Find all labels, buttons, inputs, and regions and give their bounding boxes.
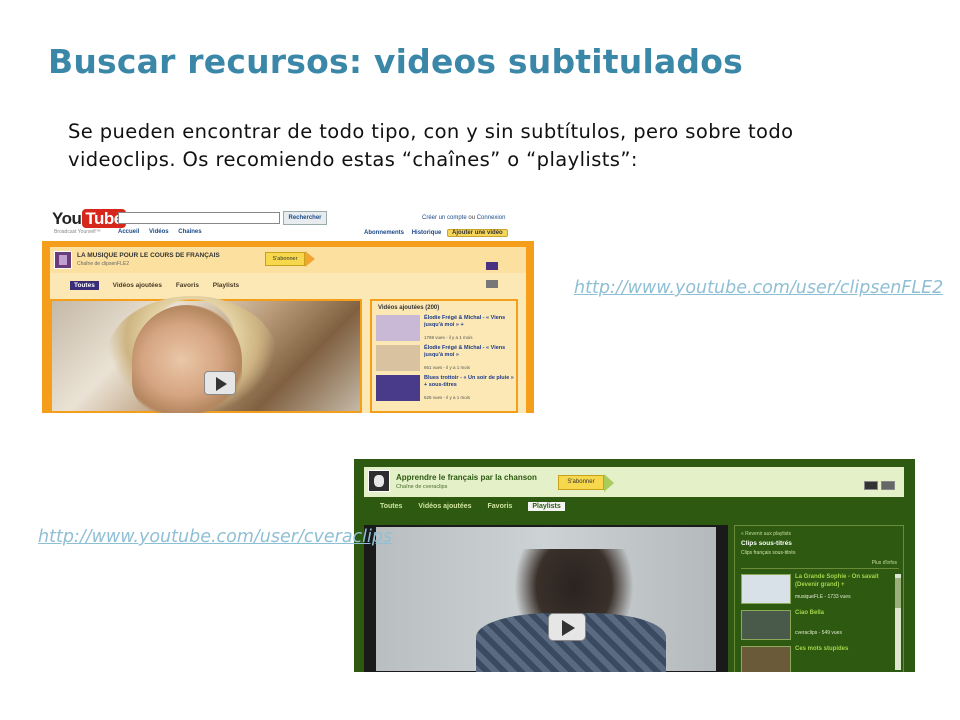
- video-thumbnail[interactable]: [376, 375, 420, 401]
- channel-owner: Chaîne de clipsenFLE2: [77, 261, 129, 267]
- video-title[interactable]: Blues trottoir - « Un soir de pluie » + …: [424, 375, 514, 389]
- playlist-scrollbar[interactable]: [895, 574, 901, 670]
- more-info-link[interactable]: Plus d'infos: [872, 560, 897, 566]
- tab-all[interactable]: Toutes: [380, 503, 402, 510]
- or-text: ou: [468, 215, 476, 221]
- login-link[interactable]: Connexion: [477, 215, 506, 221]
- channel-page: LA MUSIQUE POUR LE COURS DE FRANÇAIS Cha…: [42, 241, 534, 413]
- upload-button[interactable]: Ajouter une vidéo: [447, 229, 508, 237]
- channel-link-cveraclips[interactable]: http://www.youtube.com/user/cveraclips: [38, 525, 392, 550]
- video-player[interactable]: [50, 296, 362, 413]
- video-thumbnail[interactable]: [376, 345, 420, 371]
- youtube-screenshot-clipsenfle2: You Tube Broadcast Yourself™ Rechercher C…: [42, 205, 534, 413]
- scrollbar-thumb[interactable]: [895, 578, 901, 608]
- tab-favorites[interactable]: Favoris: [488, 503, 513, 510]
- video-thumbnail[interactable]: [741, 610, 791, 640]
- grid-view-icon[interactable]: [881, 481, 895, 490]
- divider: [741, 568, 899, 569]
- player-view-icon[interactable]: [864, 481, 878, 490]
- list-item[interactable]: La Grande Sophie - On savait (Devenir gr…: [741, 574, 901, 606]
- channel-title: Apprendre le français par la chanson: [396, 473, 537, 482]
- play-icon[interactable]: [204, 371, 236, 395]
- playlist-panel: « Revenir aux playlists Clips sous-titré…: [734, 525, 904, 676]
- channel-title: LA MUSIQUE POUR LE COURS DE FRANÇAIS: [77, 252, 220, 259]
- video-frame: [376, 527, 716, 673]
- channel-avatar[interactable]: [54, 251, 72, 269]
- player-view-icon[interactable]: [486, 262, 498, 270]
- view-mode-icons: [864, 477, 900, 490]
- tab-playlists[interactable]: Playlists: [213, 282, 239, 289]
- video-player[interactable]: [364, 525, 728, 673]
- tab-uploads[interactable]: Vidéos ajoutées: [418, 503, 471, 510]
- channel-owner: Chaîne de cveraclips: [396, 484, 448, 490]
- list-item[interactable]: Élodie Frégé & Michal - « Viens jusqu'à …: [376, 345, 516, 371]
- list-item[interactable]: Ciao Bella cveraclips - 549 vues: [741, 610, 901, 642]
- nav-history[interactable]: Historique: [412, 230, 442, 236]
- logo-you-text: You: [52, 209, 82, 228]
- video-title[interactable]: La Grande Sophie - On savait (Devenir gr…: [795, 574, 895, 589]
- channel-tabs: Toutes Vidéos ajoutées Favoris Playlists: [70, 281, 251, 290]
- subscribe-button[interactable]: S'abonner: [558, 475, 604, 490]
- video-title[interactable]: Élodie Frégé & Michal - « Viens jusqu'à …: [424, 345, 514, 359]
- account-links: Créer un compte ou Connexion: [422, 215, 505, 221]
- subscribe-arrow-icon: [305, 251, 315, 267]
- channel-header: LA MUSIQUE POUR LE COURS DE FRANÇAIS Cha…: [50, 247, 526, 288]
- uploaded-videos-panel: Vidéos ajoutées (200) Élodie Frégé & Mic…: [370, 299, 518, 413]
- youtube-slogan: Broadcast Yourself™: [54, 229, 101, 235]
- tab-playlists[interactable]: Playlists: [528, 502, 565, 511]
- grid-view-icon[interactable]: [486, 280, 498, 288]
- nav-channels[interactable]: Chaînes: [178, 229, 201, 235]
- video-thumbnail[interactable]: [376, 315, 420, 341]
- nav-subscriptions[interactable]: Abonnements: [364, 230, 404, 236]
- tab-uploads[interactable]: Vidéos ajoutées: [113, 282, 162, 289]
- youtube-header: You Tube Broadcast Yourself™ Rechercher C…: [42, 205, 534, 241]
- channel-link-clipsenfle2[interactable]: http://www.youtube.com/user/clipsenFLE2: [574, 276, 943, 301]
- create-account-link[interactable]: Créer un compte: [422, 215, 467, 221]
- search-input[interactable]: [118, 212, 280, 224]
- playlist-title: Clips sous-titrés: [741, 540, 792, 547]
- video-meta: musiqueFLE - 1733 vues: [795, 594, 851, 600]
- youtube-logo[interactable]: You Tube: [52, 209, 126, 229]
- video-meta: cveraclips - 549 vues: [795, 630, 842, 636]
- video-meta: 1769 vues - il y a 1 mois: [424, 335, 473, 340]
- user-nav: Abonnements Historique Ajouter une vidéo: [364, 229, 508, 237]
- video-thumbnail[interactable]: [741, 574, 791, 604]
- uploaded-videos-heading: Vidéos ajoutées (200): [378, 305, 440, 311]
- video-title[interactable]: Ciao Bella: [795, 610, 895, 618]
- tab-favorites[interactable]: Favoris: [176, 282, 199, 289]
- view-mode-icons: [486, 257, 516, 288]
- play-icon[interactable]: [548, 613, 586, 641]
- slide-title: Buscar recursos: videos subtitulados: [48, 42, 743, 81]
- channel-avatar[interactable]: [368, 470, 390, 492]
- video-frame-face: [132, 305, 242, 413]
- list-item[interactable]: Élodie Frégé & Michal - « Viens jusqu'à …: [376, 315, 516, 341]
- tab-all[interactable]: Toutes: [70, 281, 99, 290]
- youtube-screenshot-cveraclips: Apprendre le français par la chanson Cha…: [354, 459, 915, 676]
- search-button[interactable]: Rechercher: [283, 211, 327, 225]
- list-item[interactable]: Blues trottoir - « Un soir de pluie » + …: [376, 375, 516, 401]
- main-nav: Accueil Vidéos Chaînes: [118, 229, 210, 235]
- nav-videos[interactable]: Vidéos: [149, 229, 169, 235]
- video-meta: 661 vues - il y a 1 mois: [424, 365, 471, 370]
- video-title[interactable]: Élodie Frégé & Michal - « Viens jusqu'à …: [424, 315, 514, 329]
- back-to-playlists-link[interactable]: « Revenir aux playlists: [741, 531, 791, 537]
- screenshot-footer: [354, 672, 915, 676]
- video-meta: 626 vues - il y a 1 mois: [424, 395, 471, 400]
- channel-header: Apprendre le français par la chanson Cha…: [364, 467, 904, 497]
- nav-home[interactable]: Accueil: [118, 229, 139, 235]
- subscribe-arrow-icon: [604, 474, 614, 492]
- subscribe-button[interactable]: S'abonner: [265, 252, 305, 266]
- slide-body-text: Se pueden encontrar de todo tipo, con y …: [68, 120, 794, 171]
- channel-tabs: Toutes Vidéos ajoutées Favoris Playlists: [380, 502, 579, 511]
- video-title[interactable]: Ces mots stupides: [795, 646, 895, 654]
- playlist-description: Clips français sous-titrés: [741, 550, 796, 556]
